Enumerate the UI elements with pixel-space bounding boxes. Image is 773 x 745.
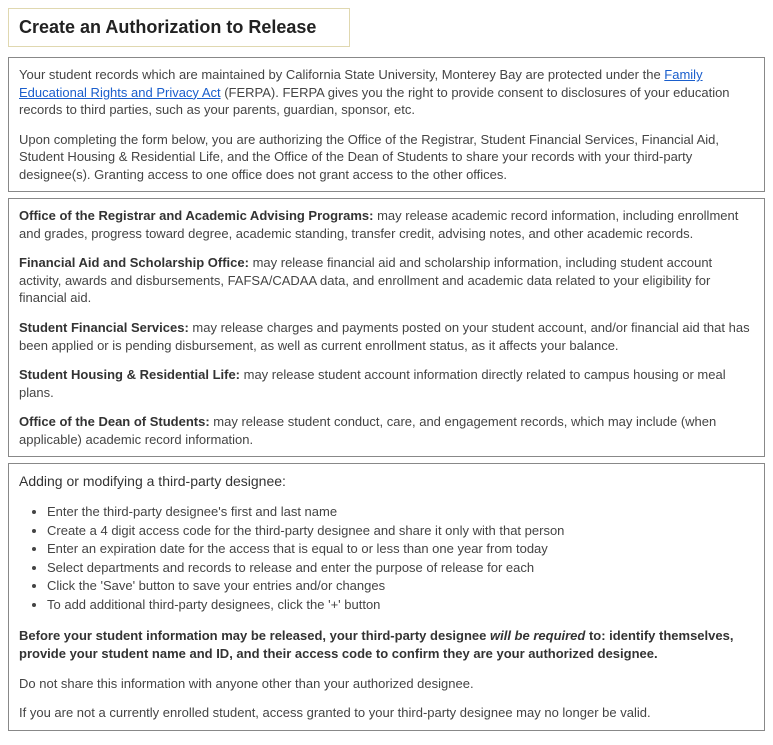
- intro-p1-a: Your student records which are maintaine…: [19, 67, 664, 82]
- steps-list: Enter the third-party designee's first a…: [19, 503, 754, 613]
- page-title: Create an Authorization to Release: [19, 17, 339, 38]
- req-em: will be required: [490, 628, 585, 643]
- office-dean-label: Office of the Dean of Students:: [19, 414, 210, 429]
- office-sfs-label: Student Financial Services:: [19, 320, 189, 335]
- requirement-line: Before your student information may be r…: [19, 627, 754, 662]
- not-enrolled-line: If you are not a currently enrolled stud…: [19, 704, 754, 722]
- step-item: Select departments and records to releas…: [47, 559, 754, 577]
- intro-p2: Upon completing the form below, you are …: [19, 131, 754, 184]
- office-finaid: Financial Aid and Scholarship Office: ma…: [19, 254, 754, 307]
- page-title-box: Create an Authorization to Release: [8, 8, 350, 47]
- intro-panel: Your student records which are maintaine…: [8, 57, 765, 192]
- req-a: Before your student information may be r…: [19, 628, 490, 643]
- office-registrar-label: Office of the Registrar and Academic Adv…: [19, 208, 373, 223]
- office-dean: Office of the Dean of Students: may rele…: [19, 413, 754, 448]
- office-registrar: Office of the Registrar and Academic Adv…: [19, 207, 754, 242]
- office-sfs: Student Financial Services: may release …: [19, 319, 754, 354]
- instructions-heading: Adding or modifying a third-party design…: [19, 472, 754, 491]
- intro-p1: Your student records which are maintaine…: [19, 66, 754, 119]
- office-finaid-label: Financial Aid and Scholarship Office:: [19, 255, 249, 270]
- office-housing: Student Housing & Residential Life: may …: [19, 366, 754, 401]
- office-housing-label: Student Housing & Residential Life:: [19, 367, 240, 382]
- instructions-panel: Adding or modifying a third-party design…: [8, 463, 765, 730]
- step-item: Create a 4 digit access code for the thi…: [47, 522, 754, 540]
- no-share-line: Do not share this information with anyon…: [19, 675, 754, 693]
- step-item: Enter an expiration date for the access …: [47, 540, 754, 558]
- step-item: Enter the third-party designee's first a…: [47, 503, 754, 521]
- step-item: Click the 'Save' button to save your ent…: [47, 577, 754, 595]
- offices-panel: Office of the Registrar and Academic Adv…: [8, 198, 765, 457]
- step-item: To add additional third-party designees,…: [47, 596, 754, 614]
